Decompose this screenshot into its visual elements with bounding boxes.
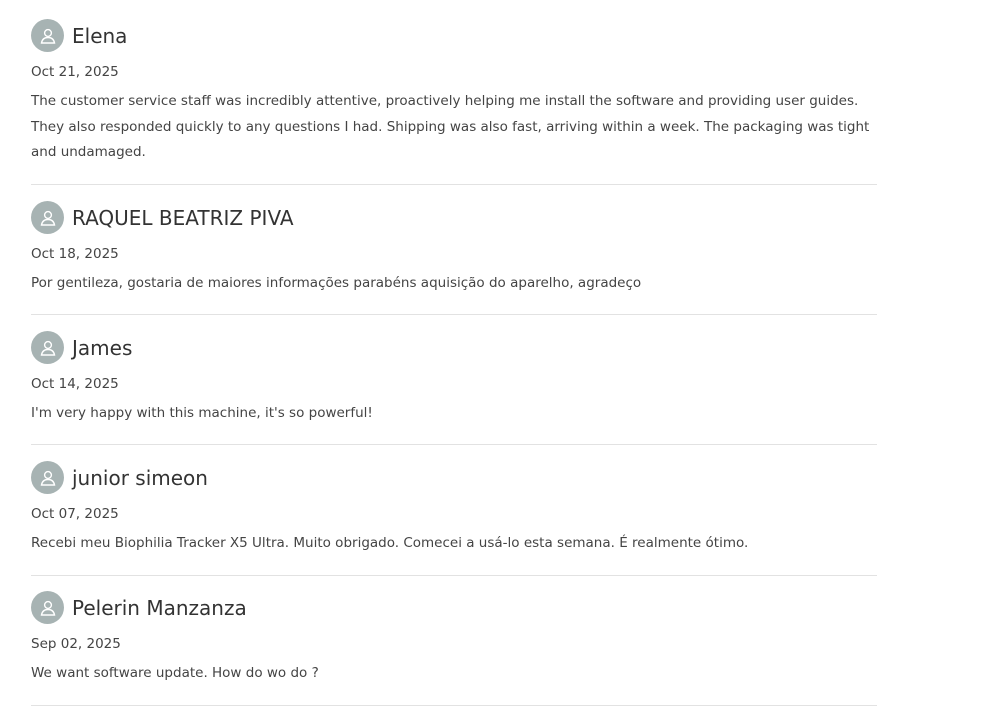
user-avatar-icon (31, 331, 64, 364)
review-item: junior simeon Oct 07, 2025 Recebi meu Bi… (31, 445, 877, 576)
reviewer-name: junior simeon (72, 465, 208, 490)
review-text: We want software update. How do wo do ? (31, 665, 319, 681)
review-item: Pelerin Manzanza Sep 02, 2025 We want so… (31, 576, 877, 706)
review-item: James Oct 14, 2025 I'm very happy with t… (31, 315, 877, 445)
review-header: Elena (31, 19, 877, 52)
reviewer-name: Pelerin Manzanza (72, 595, 247, 620)
review-date: Oct 14, 2025 (31, 376, 119, 392)
reviewer-name: RAQUEL BEATRIZ PIVA (72, 205, 294, 230)
review-text: I'm very happy with this machine, it's s… (31, 405, 373, 421)
review-date: Oct 07, 2025 (31, 506, 119, 522)
review-header: James (31, 331, 877, 364)
review-date: Oct 18, 2025 (31, 246, 119, 262)
review-header: Pelerin Manzanza (31, 591, 877, 624)
user-avatar-icon (31, 201, 64, 234)
user-avatar-icon (31, 461, 64, 494)
user-avatar-icon (31, 591, 64, 624)
review-date: Sep 02, 2025 (31, 636, 121, 652)
review-header: junior simeon (31, 461, 877, 494)
reviewer-name: Elena (72, 23, 128, 48)
review-header: RAQUEL BEATRIZ PIVA (31, 201, 877, 234)
review-date: Oct 21, 2025 (31, 64, 119, 80)
user-avatar-icon (31, 19, 64, 52)
review-text: Por gentileza, gostaria de maiores infor… (31, 275, 642, 291)
reviewer-name: James (72, 335, 133, 360)
review-list: Elena Oct 21, 2025 The customer service … (31, 0, 877, 706)
review-item: RAQUEL BEATRIZ PIVA Oct 18, 2025 Por gen… (31, 185, 877, 315)
review-item: Elena Oct 21, 2025 The customer service … (31, 0, 877, 185)
review-text: The customer service staff was incredibl… (31, 93, 870, 160)
review-text: Recebi meu Biophilia Tracker X5 Ultra. M… (31, 535, 749, 551)
